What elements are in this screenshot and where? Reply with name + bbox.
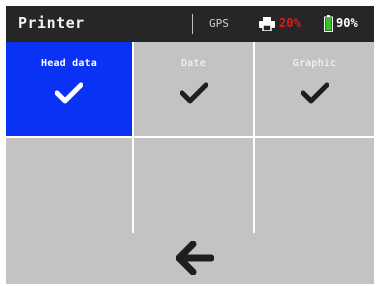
tile-graphic[interactable]: Graphic [255,42,374,136]
tile-label: Graphic [292,58,337,69]
options-grid: Head data Date Graphic [6,42,374,233]
tile-empty[interactable] [255,138,374,233]
gps-indicator: GPS [209,17,229,30]
tile-label: Date [181,58,206,69]
checkmark-icon [300,82,329,104]
printer-icon [259,17,275,31]
header-divider [192,14,193,34]
battery-icon [324,15,333,32]
tile-empty[interactable] [6,138,132,233]
tile-label: Head data [41,58,97,69]
tile-date[interactable]: Date [134,42,253,136]
arrow-left-icon [176,241,214,275]
back-button[interactable] [6,233,374,284]
checkmark-icon [179,82,208,104]
tile-empty[interactable] [134,138,253,233]
battery-level: 90% [336,16,358,30]
printer-level: 20% [279,16,301,30]
page-title: Printer [18,14,85,32]
checkmark-icon [55,82,83,104]
tile-head-data[interactable]: Head data [6,42,132,136]
status-bar: Printer GPS 20% 90% [6,6,374,42]
